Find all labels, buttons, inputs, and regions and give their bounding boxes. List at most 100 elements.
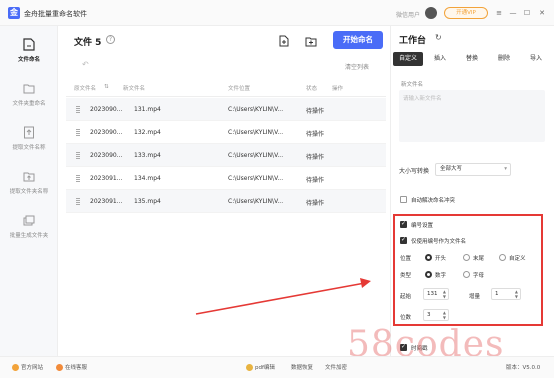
clear-list-button[interactable]: 清空列表	[345, 62, 369, 71]
original-name: 2023090...	[90, 152, 123, 159]
pdf-edit-label: pdf编辑	[255, 365, 275, 371]
minimize-button[interactable]: —	[508, 8, 518, 18]
sidebar-item-label: 文件命名	[17, 57, 40, 63]
sidebar-item-folder-rename[interactable]: 文件夹重命名	[0, 76, 58, 120]
original-name: 2023090...	[90, 106, 123, 113]
tab-delete[interactable]: 删除	[489, 52, 519, 66]
case-label: 大小写转换	[399, 168, 430, 175]
page-title: 文件 5	[74, 38, 102, 48]
vip-button[interactable]: 开通VIP	[444, 7, 488, 19]
tab-replace[interactable]: 替换	[457, 52, 487, 66]
highlight-box	[393, 214, 543, 326]
sidebar: 文件命名 文件夹重命名 提取文件名称 提取文件夹名称 批量生成文件夹	[0, 26, 58, 356]
tab-bar: 自定义 插入 替换 删除 导入	[393, 52, 553, 66]
drag-handle-icon[interactable]	[76, 175, 80, 182]
data-recovery-link[interactable]: 数据恢复	[291, 363, 313, 371]
help-icon[interactable]: ?	[106, 35, 115, 44]
drag-handle-icon[interactable]	[76, 129, 80, 136]
column-header: 操作	[332, 86, 344, 92]
file-encrypt-link[interactable]: 文件加密	[325, 363, 347, 371]
online-service-label: 在线客服	[65, 365, 88, 371]
table-header: 原文件名 ⇅ 新文件名 文件位置 状态 操作	[66, 79, 386, 97]
drag-handle-icon[interactable]	[76, 198, 80, 205]
new-name: 133.mp4	[134, 152, 161, 159]
new-name-placeholder: 请输入新文件名	[403, 96, 442, 102]
column-header: 状态	[306, 86, 318, 92]
extract-name-icon	[24, 126, 34, 139]
sidebar-item-extract-name[interactable]: 提取文件名称	[0, 120, 58, 164]
extract-folder-icon	[23, 172, 35, 182]
add-file-icon[interactable]	[278, 35, 290, 47]
table-row[interactable]: 2023091... 134.mp4 C:\Users\KYLIN\V... 待…	[66, 167, 386, 190]
original-name: 2023091...	[90, 198, 123, 205]
column-header: 文件位置	[228, 86, 251, 92]
status: 待操作	[306, 177, 325, 184]
online-service-link[interactable]: 在线客服	[56, 363, 87, 371]
original-name: 2023091...	[90, 175, 123, 182]
refresh-icon[interactable]: ↻	[435, 33, 442, 42]
official-site-label: 官方网站	[21, 365, 44, 371]
file-path: C:\Users\KYLIN\V...	[228, 152, 284, 159]
file-path: C:\Users\KYLIN\V...	[228, 129, 284, 136]
file-path: C:\Users\KYLIN\V...	[228, 106, 284, 113]
file-path: C:\Users\KYLIN\V...	[228, 175, 284, 182]
tab-insert[interactable]: 插入	[425, 52, 455, 66]
panel-title: 工作台	[399, 36, 427, 46]
main-panel: 文件 5 ? 开始命名 ↶ 清空列表 原文件名 ⇅ 新文件名 文件位置 状态 操…	[58, 26, 390, 356]
original-name: 2023090...	[90, 129, 123, 136]
user-name[interactable]: 微信用户	[396, 10, 420, 19]
column-header[interactable]: 原文件名	[74, 84, 96, 92]
batch-folder-icon	[23, 215, 35, 226]
sidebar-item-batch-folder[interactable]: 批量生成文件夹	[0, 208, 58, 252]
sidebar-item-file-rename[interactable]: 文件命名	[0, 32, 58, 76]
app-logo-icon: 金	[8, 7, 20, 19]
case-value: 全部大写	[440, 166, 463, 172]
maximize-button[interactable]: ☐	[522, 8, 532, 18]
sort-icon[interactable]: ⇅	[104, 84, 109, 90]
new-name: 135.mp4	[134, 198, 161, 205]
official-site-link[interactable]: 官方网站	[12, 363, 43, 371]
table-row[interactable]: 2023090... 133.mp4 C:\Users\KYLIN\V... 待…	[66, 144, 386, 167]
menu-icon[interactable]: ≡	[494, 8, 504, 18]
status: 待操作	[306, 200, 325, 207]
drag-handle-icon[interactable]	[76, 152, 80, 159]
title-bar: 金 金舟批量重命名软件 微信用户 开通VIP ≡ — ☐ ✕	[0, 0, 554, 26]
new-name: 131.mp4	[134, 106, 161, 113]
service-icon	[56, 364, 63, 371]
case-select[interactable]: 全部大写 ▾	[435, 163, 511, 176]
new-name: 134.mp4	[134, 175, 161, 182]
version-label: 版本：V5.0.0	[506, 365, 541, 371]
auto-resolve-checkbox[interactable]	[400, 196, 407, 203]
bottom-bar: 官方网站 在线客服 pdf编辑 数据恢复 文件加密 版本：V5.0.0	[0, 356, 554, 378]
new-name: 132.mp4	[134, 129, 161, 136]
table-row[interactable]: 2023091... 135.mp4 C:\Users\KYLIN\V... 待…	[66, 190, 386, 213]
tab-custom[interactable]: 自定义	[393, 52, 423, 66]
new-name-label: 新文件名	[401, 82, 424, 88]
table-row[interactable]: 2023090... 131.mp4 C:\Users\KYLIN\V... 待…	[66, 98, 386, 121]
sidebar-item-label: 批量生成文件夹	[9, 233, 49, 239]
drag-handle-icon[interactable]	[76, 106, 80, 113]
tab-import[interactable]: 导入	[521, 52, 551, 66]
sidebar-item-label: 提取文件夹名称	[9, 189, 49, 195]
column-header: 新文件名	[123, 86, 146, 92]
avatar[interactable]	[425, 7, 437, 19]
status: 待操作	[306, 154, 325, 161]
undo-icon[interactable]: ↶	[82, 60, 89, 69]
add-folder-icon[interactable]	[305, 35, 317, 47]
sidebar-item-label: 提取文件名称	[12, 145, 46, 151]
start-rename-button[interactable]: 开始命名	[333, 31, 383, 49]
pdf-icon	[246, 364, 253, 371]
status: 待操作	[306, 108, 325, 115]
home-icon	[12, 364, 19, 371]
status: 待操作	[306, 131, 325, 138]
file-rename-icon	[23, 38, 35, 51]
folder-rename-icon	[23, 84, 35, 94]
close-button[interactable]: ✕	[537, 8, 547, 18]
app-title: 金舟批量重命名软件	[24, 10, 87, 18]
pdf-edit-link[interactable]: pdf编辑	[246, 363, 275, 371]
auto-resolve-label: 自动解决命名冲突	[411, 198, 456, 204]
file-path: C:\Users\KYLIN\V...	[228, 198, 284, 205]
new-name-input[interactable]: 请输入新文件名	[399, 90, 545, 142]
sidebar-item-extract-folder[interactable]: 提取文件夹名称	[0, 164, 58, 208]
table-row[interactable]: 2023090... 132.mp4 C:\Users\KYLIN\V... 待…	[66, 121, 386, 144]
